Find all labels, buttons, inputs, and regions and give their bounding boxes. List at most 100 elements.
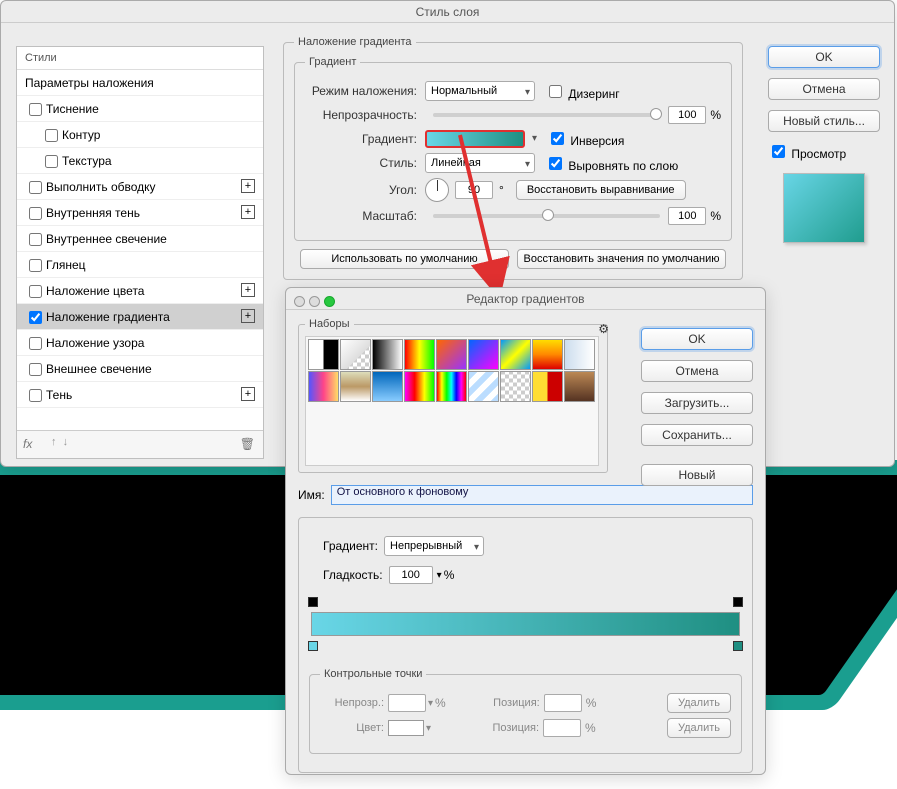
add-inner-shadow-icon[interactable]: +: [241, 205, 255, 219]
gradient-preset[interactable]: [468, 339, 499, 370]
reset-alignment-button[interactable]: Восстановить выравнивание: [516, 180, 686, 200]
gradient-preset[interactable]: [372, 371, 403, 402]
gradient-preset[interactable]: [308, 371, 339, 402]
gradient-preset[interactable]: [500, 339, 531, 370]
bevel-checkbox[interactable]: [29, 103, 42, 116]
pattern-overlay-row[interactable]: Наложение узора: [17, 330, 263, 356]
cp-position-label-1: Позиция:: [476, 697, 540, 709]
trash-icon[interactable]: 🗑: [240, 437, 255, 451]
gradient-preset[interactable]: [436, 339, 467, 370]
minimize-window-icon[interactable]: [309, 296, 320, 307]
gradient-overlay-checkbox[interactable]: [29, 311, 42, 324]
editor-save-button[interactable]: Сохранить...: [641, 424, 753, 446]
cancel-button[interactable]: Отмена: [768, 78, 880, 100]
texture-row[interactable]: Текстура: [17, 148, 263, 174]
gradient-preset[interactable]: [340, 339, 371, 370]
editor-ok-button[interactable]: OK: [641, 328, 753, 350]
reverse-checkbox[interactable]: [551, 132, 564, 145]
color-stop-right[interactable]: [733, 641, 743, 651]
gradient-overlay-row[interactable]: Наложение градиента+: [17, 304, 263, 330]
reverse-option[interactable]: Инверсия: [547, 129, 624, 148]
opacity-stop-left[interactable]: [308, 597, 318, 607]
angle-dial[interactable]: [425, 178, 449, 202]
add-stroke-icon[interactable]: +: [241, 179, 255, 193]
satin-row[interactable]: Глянец: [17, 252, 263, 278]
gradient-preset[interactable]: [532, 371, 563, 402]
opacity-stop-right[interactable]: [733, 597, 743, 607]
gradient-preset[interactable]: [308, 339, 339, 370]
preview-option[interactable]: Просмотр: [768, 142, 880, 161]
delete-color-stop-button[interactable]: Удалить: [667, 718, 731, 738]
contour-row[interactable]: Контур: [17, 122, 263, 148]
reorder-arrows-icon[interactable]: ↑ ↓: [51, 436, 68, 448]
gradient-preset[interactable]: [468, 371, 499, 402]
opacity-slider-knob[interactable]: [650, 108, 662, 120]
blending-options-row[interactable]: Параметры наложения: [17, 70, 263, 96]
satin-checkbox[interactable]: [29, 259, 42, 272]
cp-opacity-label: Непрозр.:: [320, 697, 384, 709]
percent-sign: %: [710, 108, 721, 122]
bevel-emboss-row[interactable]: Тиснение: [17, 96, 263, 122]
smoothness-value[interactable]: 100: [389, 566, 433, 584]
fx-menu-icon[interactable]: fx: [23, 437, 32, 451]
dither-checkbox[interactable]: [549, 85, 562, 98]
reset-default-button[interactable]: Восстановить значения по умолчанию: [517, 249, 726, 269]
layer-style-titlebar[interactable]: Стиль слоя: [1, 1, 894, 23]
inner-shadow-checkbox[interactable]: [29, 207, 42, 220]
cp-opacity-value[interactable]: [388, 694, 426, 712]
gradient-preset[interactable]: [436, 371, 467, 402]
gradient-preset[interactable]: [564, 339, 595, 370]
gradient-preset[interactable]: [404, 371, 435, 402]
outer-glow-row[interactable]: Внешнее свечение: [17, 356, 263, 382]
delete-opacity-stop-button[interactable]: Удалить: [667, 693, 731, 713]
close-window-icon[interactable]: [294, 296, 305, 307]
ok-button[interactable]: OK: [768, 46, 880, 68]
zoom-window-icon[interactable]: [324, 296, 335, 307]
gradient-preset[interactable]: [340, 371, 371, 402]
gradient-type-select[interactable]: Непрерывный: [384, 536, 484, 556]
drop-shadow-checkbox[interactable]: [29, 389, 42, 402]
gradient-preset[interactable]: [532, 339, 563, 370]
new-style-button[interactable]: Новый стиль...: [768, 110, 880, 132]
outer-glow-checkbox[interactable]: [29, 363, 42, 376]
add-gradient-overlay-icon[interactable]: +: [241, 309, 255, 323]
inner-glow-checkbox[interactable]: [29, 233, 42, 246]
presets-gear-icon[interactable]: ⚙︎: [598, 322, 609, 336]
color-overlay-row[interactable]: Наложение цвета+: [17, 278, 263, 304]
inner-glow-row[interactable]: Внутреннее свечение: [17, 226, 263, 252]
color-overlay-checkbox[interactable]: [29, 285, 42, 298]
cp-position-value-2[interactable]: [543, 719, 581, 737]
texture-checkbox[interactable]: [45, 155, 58, 168]
blend-mode-select[interactable]: Нормальный: [425, 81, 535, 101]
gradient-bar[interactable]: [311, 612, 740, 636]
gradient-preset[interactable]: [404, 339, 435, 370]
stroke-checkbox[interactable]: [29, 181, 42, 194]
cp-color-well[interactable]: [388, 720, 424, 736]
smoothness-dropdown-icon[interactable]: ▾: [437, 570, 442, 581]
add-color-overlay-icon[interactable]: +: [241, 283, 255, 297]
editor-load-button[interactable]: Загрузить...: [641, 392, 753, 414]
contour-checkbox[interactable]: [45, 129, 58, 142]
pattern-overlay-checkbox[interactable]: [29, 337, 42, 350]
inner-shadow-row[interactable]: Внутренняя тень+: [17, 200, 263, 226]
align-option[interactable]: Выровнять по слою: [545, 154, 678, 173]
gradient-preset[interactable]: [500, 371, 531, 402]
cp-position-value-1[interactable]: [544, 694, 582, 712]
add-drop-shadow-icon[interactable]: +: [241, 387, 255, 401]
opacity-value[interactable]: 100: [668, 106, 706, 124]
drop-shadow-row[interactable]: Тень+: [17, 382, 263, 408]
gradient-preset[interactable]: [372, 339, 403, 370]
editor-new-button[interactable]: Новый: [641, 464, 753, 486]
color-stop-left[interactable]: [308, 641, 318, 651]
opacity-slider[interactable]: [433, 113, 660, 117]
stroke-row[interactable]: Выполнить обводку+: [17, 174, 263, 200]
editor-buttons-column: OK Отмена Загрузить... Сохранить... Новы…: [641, 328, 753, 496]
gradient-preset[interactable]: [564, 371, 595, 402]
scale-value[interactable]: 100: [668, 207, 706, 225]
dither-option[interactable]: Дизеринг: [545, 82, 620, 101]
gradient-editor-titlebar[interactable]: Редактор градиентов: [286, 288, 765, 310]
preview-checkbox[interactable]: [772, 145, 785, 158]
scale-slider-knob[interactable]: [542, 209, 554, 221]
align-checkbox[interactable]: [549, 157, 562, 170]
editor-cancel-button[interactable]: Отмена: [641, 360, 753, 382]
